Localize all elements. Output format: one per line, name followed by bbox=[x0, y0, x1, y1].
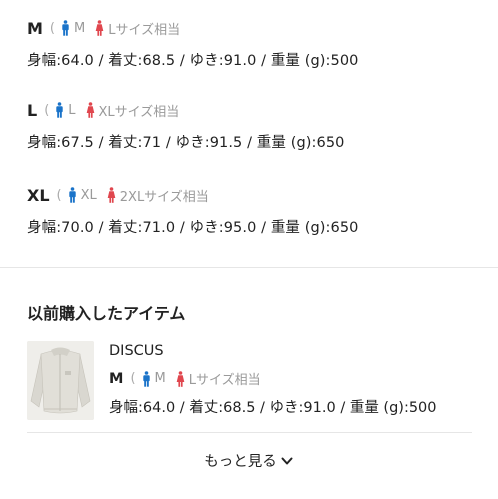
size-name: M bbox=[27, 18, 43, 38]
male-size-label: M bbox=[74, 20, 86, 36]
female-size: Lサイズ相当 bbox=[95, 19, 180, 38]
male-size: M bbox=[142, 370, 166, 387]
size-row-l: L ( L XLサイズ相当 身幅:67.5 / 着丈:71 / ゆき:91.5 … bbox=[27, 99, 344, 152]
size-measurements: 身幅:64.0 / 着丈:68.5 / ゆき:91.0 / 重量 (g):500 bbox=[27, 53, 359, 69]
female-person-icon bbox=[86, 102, 94, 118]
see-more-label: もっと見る bbox=[204, 454, 277, 470]
open-paren: ( bbox=[49, 20, 55, 36]
female-person-icon bbox=[95, 20, 104, 36]
open-paren: ( bbox=[56, 187, 62, 203]
item-size: M bbox=[109, 370, 124, 387]
divider bbox=[27, 432, 472, 433]
item-thumbnail[interactable] bbox=[27, 341, 94, 420]
male-person-icon bbox=[56, 102, 63, 118]
size-measurements: 身幅:70.0 / 着丈:71.0 / ゆき:95.0 / 重量 (g):650 bbox=[27, 220, 359, 236]
size-row-xl: XL ( XL 2XLサイズ相当 身幅:70.0 / 着丈:71.0 / ゆき:… bbox=[27, 184, 359, 237]
male-size-label: M bbox=[154, 371, 166, 386]
purchased-items-section: 以前購入したアイテム DISCUS M (M Lサイズ相当 身幅:64.0 /… bbox=[0, 267, 498, 499]
male-size-label: XL bbox=[80, 187, 97, 203]
section-title: 以前購入したアイテム bbox=[27, 304, 186, 323]
open-paren: ( bbox=[130, 371, 136, 386]
female-person-icon bbox=[107, 187, 116, 203]
female-person-icon bbox=[176, 370, 185, 387]
male-size-label: L bbox=[68, 102, 76, 118]
chevron-down-icon bbox=[281, 457, 293, 464]
item-measurements: 身幅:64.0 / 着丈:68.5 / ゆき:91.0 / 重量 (g):500 bbox=[109, 400, 437, 416]
male-size: XL bbox=[68, 187, 97, 203]
size-measurements: 身幅:67.5 / 着丈:71 / ゆき:91.5 / 重量 (g):650 bbox=[27, 135, 345, 151]
item-name[interactable]: DISCUS bbox=[109, 343, 164, 359]
size-name: L bbox=[27, 100, 38, 120]
female-size-label: Lサイズ相当 bbox=[108, 22, 181, 38]
female-size: Lサイズ相当 bbox=[176, 369, 261, 388]
size-row-m: M ( M Lサイズ相当 身幅:64.0 / 着丈:68.5 / ゆき:91.0… bbox=[27, 17, 359, 70]
male-size: L bbox=[55, 102, 76, 118]
see-more-button[interactable]: もっと見る bbox=[0, 450, 498, 471]
female-size: 2XLサイズ相当 bbox=[107, 186, 209, 205]
female-size-label: XLサイズ相当 bbox=[98, 104, 180, 120]
female-size: XLサイズ相当 bbox=[86, 101, 180, 120]
female-size-label: Lサイズ相当 bbox=[188, 373, 261, 388]
male-person-icon bbox=[68, 187, 76, 203]
male-person-icon bbox=[62, 20, 69, 36]
open-paren: ( bbox=[44, 102, 50, 118]
male-size: M bbox=[61, 20, 85, 36]
purchased-item[interactable]: DISCUS M ( M Lサイズ相当 身幅:64.0 / 着丈:68.5 / … bbox=[27, 341, 472, 422]
item-size-row: M ( M Lサイズ相当 bbox=[109, 369, 261, 389]
male-person-icon bbox=[142, 370, 150, 387]
size-name: XL bbox=[27, 185, 50, 205]
female-size-label: 2XLサイズ相当 bbox=[119, 189, 209, 205]
jacket-image bbox=[27, 341, 94, 420]
